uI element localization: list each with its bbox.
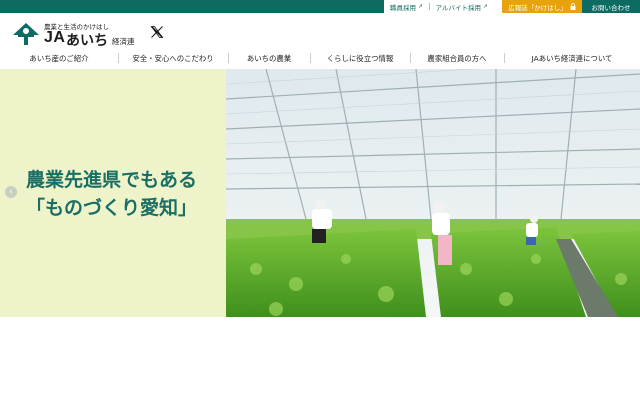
hero-line-2: 「ものづくり愛知」 xyxy=(26,197,198,219)
nav-item-members[interactable]: 農家組合員の方へ xyxy=(410,50,504,66)
pr-magazine-label: 広報誌「かけはし」 xyxy=(508,3,567,12)
x-twitter-icon[interactable] xyxy=(150,24,164,38)
recruit-parttime-label: アルバイト採用 xyxy=(435,3,482,12)
logo-ja: JA xyxy=(44,29,66,46)
nav-item-safety[interactable]: 安全・安心へのこだわり xyxy=(118,50,228,66)
nav-item-lifestyle[interactable]: くらしに役立つ情報 xyxy=(310,50,410,66)
recruit-staff-label: 職員採用 xyxy=(390,3,416,12)
hero-line-1: 農業先進県でもある xyxy=(26,169,198,191)
external-link-icon: ↗ xyxy=(483,3,488,10)
chevron-left-icon[interactable]: ‹ xyxy=(5,186,17,198)
external-link-icon: ↗ xyxy=(418,3,423,10)
hero-slider: ‹ 農業先進県でもある 「ものづくり愛知」 xyxy=(0,69,640,317)
ja-logo-icon xyxy=(13,23,39,45)
lock-icon xyxy=(570,3,576,10)
nav-item-agriculture[interactable]: あいちの農業 xyxy=(228,50,310,66)
greenhouse-photo xyxy=(226,69,640,317)
contact-label: お問い合わせ xyxy=(591,3,631,12)
logo-aichi: あいち xyxy=(66,33,108,49)
utility-links: 職員採用 ↗ アルバイト採用 ↗ xyxy=(384,0,502,13)
main-nav: あいち産のご紹介 安全・安心へのこだわり あいちの農業 くらしに役立つ情報 農家… xyxy=(0,50,640,66)
logo-suffix: 経済連 xyxy=(112,37,135,46)
recruit-staff-link[interactable]: 職員採用 ↗ xyxy=(384,0,429,13)
site-logo[interactable]: 農業と生活のかけはし JA あいち 経済連 xyxy=(12,20,142,50)
contact-button[interactable]: お問い合わせ xyxy=(582,0,640,13)
nav-item-products[interactable]: あいち産のご紹介 xyxy=(0,50,118,66)
recruit-parttime-link[interactable]: アルバイト採用 ↗ xyxy=(430,0,494,13)
hero-headline: 農業先進県でもある 「ものづくり愛知」 xyxy=(26,166,197,222)
pr-magazine-button[interactable]: 広報誌「かけはし」 xyxy=(502,0,582,13)
nav-item-about[interactable]: JAあいち経済連について xyxy=(504,50,640,66)
